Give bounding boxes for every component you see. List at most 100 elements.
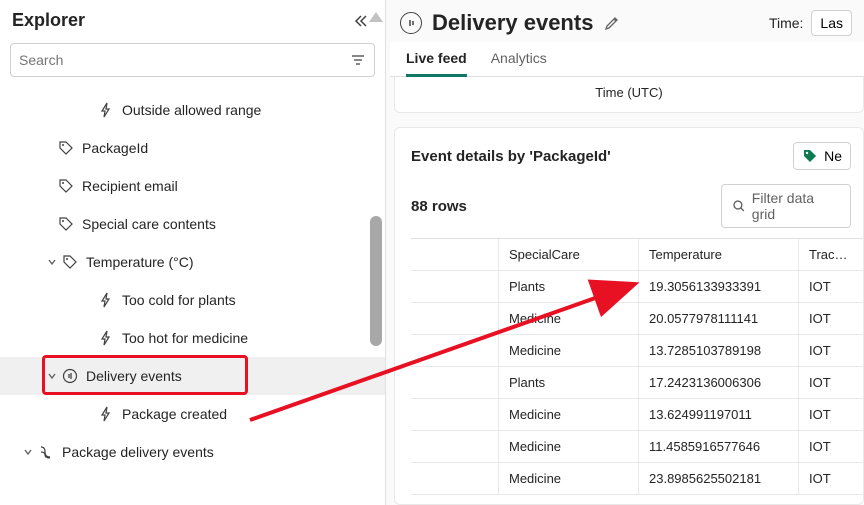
explorer-panel: Explorer Outside allowed range PackageId R… — [0, 0, 385, 505]
lightning-icon — [96, 330, 116, 346]
grid-cell: 23.8985625502181 — [639, 463, 799, 494]
tree-item-too-hot-for-medicine[interactable]: Too hot for medicine — [0, 319, 385, 357]
tree-item-temperature-c-[interactable]: Temperature (°C) — [0, 243, 385, 281]
tree-item-label: Temperature (°C) — [86, 254, 385, 270]
grid-cell: 13.7285103789198 — [639, 335, 799, 366]
page-title: Delivery events — [432, 10, 593, 36]
grid-cell: IOT — [799, 335, 859, 366]
tree-item-label: Outside allowed range — [122, 102, 385, 118]
grid-cell — [411, 271, 499, 302]
row-count-bar: 88 rows Filter data grid — [411, 170, 863, 238]
tree-item-packageid[interactable]: PackageId — [0, 129, 385, 167]
stream-icon — [400, 12, 422, 34]
column-header[interactable]: Temperature — [639, 239, 799, 270]
table-row[interactable]: Medicine23.8985625502181IOT — [411, 463, 863, 495]
flow-icon — [36, 444, 56, 460]
content-panel: Delivery events Time: Las Live feed Analy… — [385, 0, 864, 505]
grid-cell: 20.0577978111141 — [639, 303, 799, 334]
chevron-down-icon[interactable] — [44, 371, 60, 381]
tree-item-delivery-events[interactable]: Delivery events — [0, 357, 385, 395]
table-row[interactable]: Plants17.2423136006306IOT — [411, 367, 863, 399]
search-container — [0, 43, 385, 87]
details-header: Event details by 'PackageId' Ne — [411, 142, 863, 170]
scrollbar[interactable] — [369, 0, 383, 505]
new-button-label: Ne — [824, 148, 842, 164]
edit-button[interactable] — [603, 14, 621, 32]
scroll-thumb[interactable] — [370, 216, 382, 346]
tree-item-special-care-contents[interactable]: Special care contents — [0, 205, 385, 243]
tab-bar: Live feed Analytics — [390, 42, 864, 77]
grid-cell — [411, 431, 499, 462]
grid-header-row: SpecialCareTemperatureTracking — [411, 239, 863, 271]
tree-item-label: Package delivery events — [62, 444, 385, 460]
new-button[interactable]: Ne — [793, 142, 851, 170]
lightning-icon — [96, 406, 116, 422]
scroll-up-icon[interactable] — [369, 12, 383, 22]
tree-item-outside-allowed-range[interactable]: Outside allowed range — [0, 91, 385, 129]
grid-cell — [411, 335, 499, 366]
collapse-panel-button[interactable] — [353, 13, 369, 29]
chart-card: Time (UTC) — [394, 77, 864, 113]
grid-cell: 11.4585916577646 — [639, 431, 799, 462]
search-icon — [732, 199, 746, 213]
tree-item-label: PackageId — [82, 140, 385, 156]
grid-cell: Plants — [499, 271, 639, 302]
data-grid: SpecialCareTemperatureTrackingPlants19.3… — [411, 238, 863, 495]
grid-cell: Medicine — [499, 399, 639, 430]
tree-item-package-created[interactable]: Package created — [0, 395, 385, 433]
tree-item-label: Recipient email — [82, 178, 385, 194]
table-row[interactable]: Medicine11.4585916577646IOT — [411, 431, 863, 463]
grid-cell — [411, 463, 499, 494]
tag-icon — [56, 216, 76, 232]
chevron-down-icon[interactable] — [44, 257, 60, 267]
filter-icon[interactable] — [350, 52, 366, 68]
filter-placeholder: Filter data grid — [752, 190, 840, 222]
table-row[interactable]: Medicine20.0577978111141IOT — [411, 303, 863, 335]
column-header[interactable]: Tracking — [799, 239, 859, 270]
table-row[interactable]: Medicine13.624991197011IOT — [411, 399, 863, 431]
grid-cell — [411, 367, 499, 398]
data-grid-filter[interactable]: Filter data grid — [721, 184, 851, 228]
grid-cell: Medicine — [499, 463, 639, 494]
explorer-header: Explorer — [0, 0, 385, 43]
explorer-title: Explorer — [12, 10, 85, 31]
tree-item-label: Delivery events — [86, 368, 385, 384]
lightning-icon — [96, 292, 116, 308]
column-header[interactable]: SpecialCare — [499, 239, 639, 270]
tree-item-too-cold-for-plants[interactable]: Too cold for plants — [0, 281, 385, 319]
time-range-button[interactable]: Las — [811, 10, 852, 36]
tag-icon — [56, 178, 76, 194]
grid-cell: IOT — [799, 271, 859, 302]
tab-live-feed[interactable]: Live feed — [406, 50, 467, 77]
tag-icon — [56, 140, 76, 156]
tree-item-recipient-email[interactable]: Recipient email — [0, 167, 385, 205]
grid-cell: IOT — [799, 367, 859, 398]
chevron-down-icon[interactable] — [20, 447, 36, 457]
time-label: Time: — [769, 15, 803, 31]
tree-item-label: Package created — [122, 406, 385, 422]
grid-cell — [411, 303, 499, 334]
grid-cell: IOT — [799, 463, 859, 494]
grid-cell: 13.624991197011 — [639, 399, 799, 430]
table-row[interactable]: Medicine13.7285103789198IOT — [411, 335, 863, 367]
time-selector: Time: Las — [769, 10, 852, 36]
grid-cell: IOT — [799, 399, 859, 430]
table-row[interactable]: Plants19.3056133933391IOT — [411, 271, 863, 303]
event-details-card: Event details by 'PackageId' Ne 88 rows … — [394, 127, 864, 505]
search-input[interactable] — [19, 52, 350, 68]
tab-analytics[interactable]: Analytics — [491, 50, 547, 76]
grid-cell: Medicine — [499, 335, 639, 366]
grid-cell: IOT — [799, 431, 859, 462]
tree-item-label: Too cold for plants — [122, 292, 385, 308]
column-header[interactable] — [411, 239, 499, 270]
tag-icon — [60, 254, 80, 270]
time-axis-label: Time (UTC) — [595, 85, 662, 100]
chevron-double-left-icon — [353, 13, 369, 29]
tree-item-package-delivery-events[interactable]: Package delivery events — [0, 433, 385, 471]
lightning-icon — [96, 102, 116, 118]
search-box[interactable] — [10, 43, 375, 77]
details-title: Event details by 'PackageId' — [411, 148, 611, 165]
stream-icon — [60, 368, 80, 384]
grid-cell: Plants — [499, 367, 639, 398]
grid-cell: IOT — [799, 303, 859, 334]
